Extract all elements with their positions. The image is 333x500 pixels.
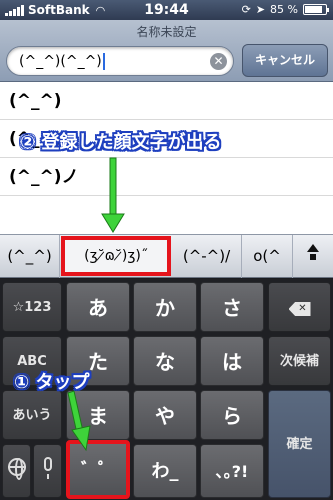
expand-candidates-button[interactable] — [293, 235, 333, 278]
key-wa[interactable]: わ_ — [133, 444, 197, 498]
globe-icon — [7, 458, 26, 480]
globe-key[interactable] — [2, 444, 31, 498]
microphone-key[interactable] — [33, 444, 62, 498]
number-mode-key[interactable]: ☆123 — [2, 282, 62, 332]
backspace-icon: ✕ — [288, 302, 311, 316]
search-input[interactable]: (^_^)(^_^) ✕ — [6, 46, 234, 76]
key-ka[interactable]: か — [133, 282, 197, 332]
key-ma[interactable]: ま — [66, 390, 130, 440]
annotation-step2: ② 登録した顔文字が出る — [20, 132, 222, 153]
key-sa[interactable]: さ — [200, 282, 264, 332]
location-icon: ➤ — [255, 3, 266, 16]
results-list: (^_^) (^_^) (^_^)ノ — [0, 82, 333, 234]
search-navbar: 名称未設定 (^_^)(^_^) ✕ キャンセル — [0, 20, 333, 82]
key-na[interactable]: な — [133, 336, 197, 386]
clear-icon[interactable]: ✕ — [210, 53, 227, 70]
arrow-up-icon — [307, 244, 319, 252]
page-title: 名称未設定 — [136, 25, 197, 39]
text-caret — [102, 53, 105, 70]
key-punctuation[interactable]: ､｡?! — [200, 444, 264, 498]
status-bar: SoftBank ◠ 19:44 ⟳ ➤ 85 % — [0, 0, 333, 20]
backspace-key[interactable]: ✕ — [268, 282, 331, 332]
key-ya[interactable]: や — [133, 390, 197, 440]
status-right: ⟳ ➤ 85 % — [241, 3, 329, 16]
candidate-item[interactable]: (^-^)/ — [172, 235, 242, 278]
annotation-step1: ① タップ — [14, 372, 90, 393]
battery-percent: 85 % — [270, 3, 298, 16]
candidate-item[interactable]: (^_^) — [0, 235, 60, 278]
microphone-icon — [43, 457, 52, 479]
rotation-lock-icon: ⟳ — [241, 3, 251, 16]
kana-mode-key[interactable]: あいう — [2, 390, 62, 440]
key-ra[interactable]: ら — [200, 390, 264, 440]
list-item[interactable]: (^_^)ノ — [0, 158, 333, 196]
search-input-value: (^_^)(^_^) — [19, 53, 102, 70]
confirm-key[interactable]: 確定 — [268, 390, 331, 498]
list-item-empty — [0, 196, 333, 234]
battery-icon — [303, 4, 329, 15]
candidate-item[interactable]: o(^ — [242, 235, 293, 278]
candidate-bar: (^_^) (ʒ˘̷ɷ˘̷)ʒ)˝ (^-^)/ o(^ — [0, 234, 333, 278]
key-a[interactable]: あ — [66, 282, 130, 332]
cancel-button[interactable]: キャンセル — [242, 44, 328, 77]
candidate-item-selected[interactable]: (ʒ˘̷ɷ˘̷)ʒ)˝ — [61, 236, 171, 276]
list-item[interactable]: (^_^) — [0, 82, 333, 120]
key-ha[interactable]: は — [200, 336, 264, 386]
dakuten-key[interactable]: ゛゜ — [66, 440, 130, 499]
next-candidate-key[interactable]: 次候補 — [268, 336, 331, 386]
